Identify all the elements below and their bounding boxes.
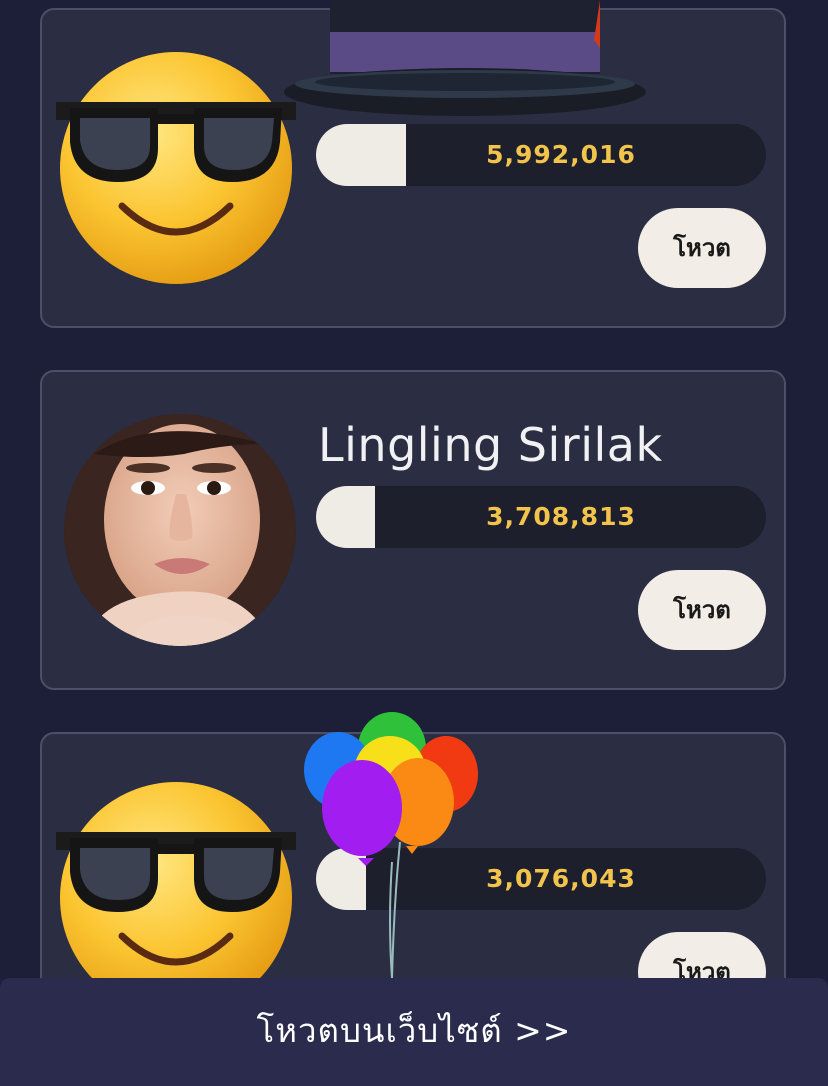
vote-button[interactable]: โหวต	[638, 208, 766, 288]
vote-progress-bar: 3,708,813	[316, 486, 766, 548]
bottom-bar: โหวตบนเว็บไซต์ >>	[0, 978, 828, 1086]
candidate-card: Lingling Sirilak 3,708,813 โหวต	[40, 370, 786, 690]
profile-photo	[64, 414, 296, 646]
candidate-name: Lingling Sirilak	[318, 418, 663, 472]
top-hat-icon	[282, 0, 648, 120]
vote-count: 3,708,813	[486, 502, 636, 531]
balloons-icon	[300, 712, 484, 980]
vote-on-website-link[interactable]: โหวตบนเว็บไซต์ >>	[0, 1004, 828, 1057]
sunglasses-emoji-icon	[56, 52, 296, 284]
vote-progress-bar: 5,992,016	[316, 124, 766, 186]
vote-page: 5,992,016 โหวต Lingling Sirilak 3,708,81…	[0, 0, 828, 1086]
vote-count: 5,992,016	[486, 140, 636, 169]
sunglasses-emoji-icon	[56, 778, 296, 1014]
vote-button[interactable]: โหวต	[638, 570, 766, 650]
